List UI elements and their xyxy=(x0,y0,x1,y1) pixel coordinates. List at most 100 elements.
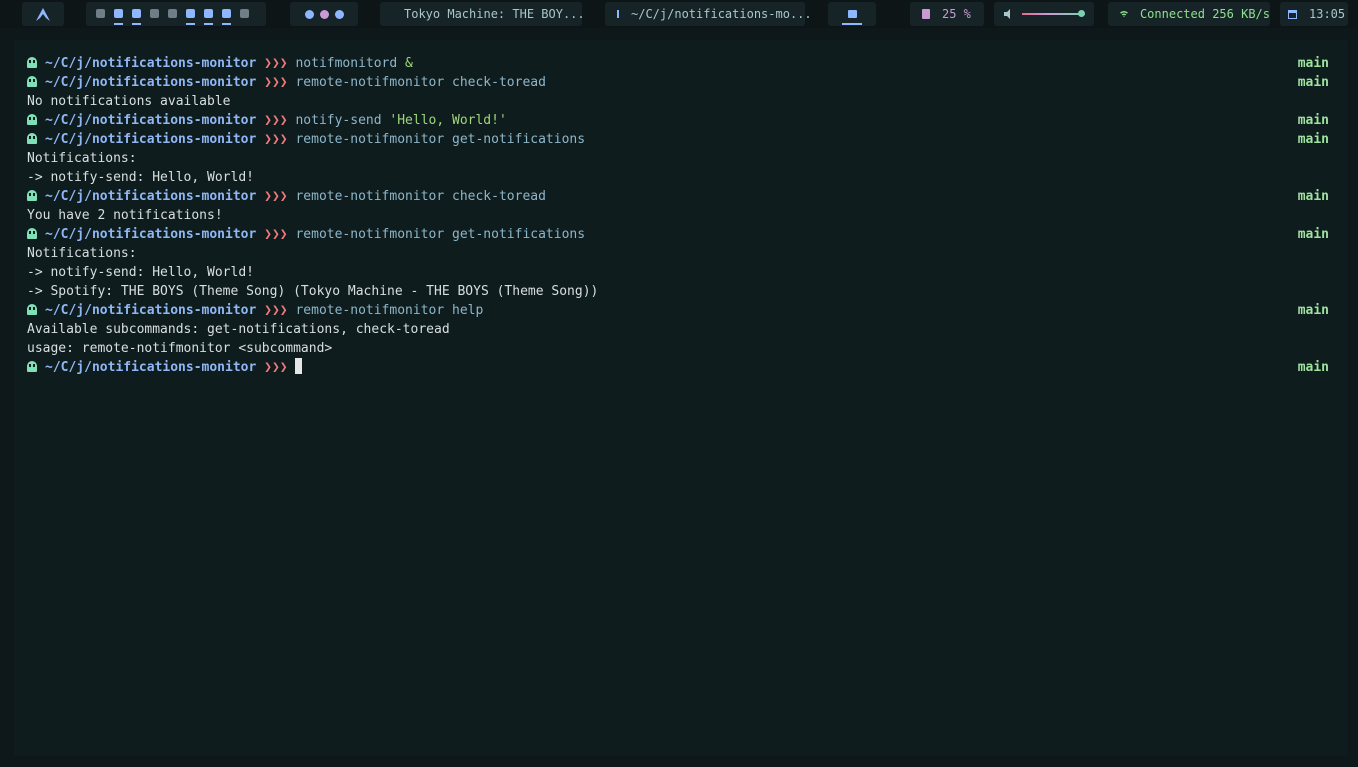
gear-icon xyxy=(240,9,249,18)
prompt-line: ~/C/j/notifications-monitor ❯❯❯ remote-n… xyxy=(27,187,1329,206)
command-text: notifmonitord xyxy=(295,56,398,71)
prompt-path: ~/C/j/notifications-monitor xyxy=(45,56,257,71)
prompt-line: ~/C/j/notifications-monitor ❯❯❯ remote-n… xyxy=(27,225,1329,244)
window-icon xyxy=(617,10,619,18)
git-branch: main xyxy=(1297,56,1329,71)
prompt-path: ~/C/j/notifications-monitor xyxy=(45,227,257,242)
active-indicator xyxy=(186,23,195,25)
previous-icon[interactable] xyxy=(304,9,314,19)
git-branch: main xyxy=(1297,113,1329,128)
cpu-chip-icon xyxy=(922,9,930,19)
output-line: Notifications: xyxy=(27,246,137,261)
output-line: usage: remote-notifmonitor <subcommand> xyxy=(27,341,333,356)
git-branch: main xyxy=(1297,303,1329,318)
ghost-icon xyxy=(27,76,37,87)
workspace-6[interactable] xyxy=(186,9,196,25)
prompt-path: ~/C/j/notifications-monitor xyxy=(45,75,257,90)
command-text: notify-send xyxy=(295,113,382,128)
ghost-icon xyxy=(27,228,37,239)
command-arg: & xyxy=(405,56,413,71)
media-controls xyxy=(290,2,358,26)
command-text: remote-notifmonitor check-toread xyxy=(295,75,546,90)
image-icon xyxy=(186,9,195,18)
workspace-2[interactable] xyxy=(114,9,124,25)
ghost-icon xyxy=(27,133,37,144)
ghost-icon xyxy=(27,114,37,125)
arch-logo-icon xyxy=(36,7,50,21)
code-icon xyxy=(150,9,159,18)
prompt-arrows: ❯❯❯ xyxy=(264,360,288,375)
next-icon[interactable] xyxy=(334,9,344,19)
output-line: No notifications available xyxy=(27,94,231,109)
workspace-9[interactable] xyxy=(240,9,250,19)
pause-icon[interactable] xyxy=(319,9,329,19)
cpu-usage[interactable]: 25 % xyxy=(910,2,984,26)
prompt-path: ~/C/j/notifications-monitor xyxy=(45,303,257,318)
terminal-icon xyxy=(132,9,141,18)
cpu-value: 25 % xyxy=(942,7,971,21)
status-bar: Tokyo Machine: THE BOY... ~/C/j/notifica… xyxy=(0,0,1358,28)
volume-slider[interactable] xyxy=(1022,10,1085,17)
prompt-path: ~/C/j/notifications-monitor xyxy=(45,189,257,204)
network-status[interactable]: Connected 256 KB/s xyxy=(1108,2,1270,26)
launcher-button[interactable] xyxy=(22,2,64,26)
prompt-arrows: ❯❯❯ xyxy=(264,56,288,71)
wifi-icon xyxy=(1120,11,1128,18)
clock-time: 13:05 xyxy=(1309,7,1346,21)
git-branch: main xyxy=(1297,132,1329,147)
active-indicator xyxy=(132,23,141,25)
output-line: You have 2 notifications! xyxy=(27,208,223,223)
workspace-8[interactable] xyxy=(222,9,232,25)
calendar-icon xyxy=(1288,9,1297,19)
prompt-line: ~/C/j/notifications-monitor ❯❯❯ remote-n… xyxy=(27,73,1329,92)
clock[interactable]: 13:05 xyxy=(1280,2,1348,26)
workspace-7[interactable] xyxy=(204,9,214,25)
output-line: Notifications: xyxy=(27,151,137,166)
active-indicator xyxy=(204,23,213,25)
volume-knob[interactable] xyxy=(1078,10,1085,17)
prompt-arrows: ❯❯❯ xyxy=(264,113,288,128)
active-indicator xyxy=(114,23,123,25)
workspace-5[interactable] xyxy=(168,9,178,19)
prompt-arrows: ❯❯❯ xyxy=(264,132,288,147)
prompt-path: ~/C/j/notifications-monitor xyxy=(45,132,257,147)
output-line: -> notify-send: Hello, World! xyxy=(27,265,254,280)
prompt-line: ~/C/j/notifications-monitor ❯❯❯ notifmon… xyxy=(27,54,1329,73)
prompt-arrows: ❯❯❯ xyxy=(264,227,288,242)
active-window[interactable]: ~/C/j/notifications-mo... xyxy=(605,2,812,26)
terminal-icon xyxy=(847,10,857,18)
prompt-line: ~/C/j/notifications-monitor ❯❯❯ remote-n… xyxy=(27,301,1329,320)
text-cursor[interactable] xyxy=(295,358,303,374)
volume-control[interactable] xyxy=(994,2,1094,26)
prompt-arrows: ❯❯❯ xyxy=(264,75,288,90)
network-label: Connected 256 KB/s xyxy=(1139,7,1270,21)
browser-icon xyxy=(114,9,123,18)
terminal-window[interactable]: ~/C/j/notifications-monitor ❯❯❯ notifmon… xyxy=(14,40,1348,756)
git-branch: main xyxy=(1297,75,1329,90)
prompt-path: ~/C/j/notifications-monitor xyxy=(45,360,257,375)
ghost-icon xyxy=(27,190,37,201)
compass-icon xyxy=(204,9,213,18)
prompt-arrows: ❯❯❯ xyxy=(264,303,288,318)
output-line: -> notify-send: Hello, World! xyxy=(27,170,254,185)
now-playing-label: Tokyo Machine: THE BOY... xyxy=(404,7,585,21)
now-playing[interactable]: Tokyo Machine: THE BOY... xyxy=(380,2,585,26)
shield-icon xyxy=(96,9,105,18)
terminal-tray-button[interactable] xyxy=(828,2,876,26)
prompt-arrows: ❯❯❯ xyxy=(264,189,288,204)
workspace-4[interactable] xyxy=(150,9,160,19)
folder-icon xyxy=(168,9,177,18)
active-indicator xyxy=(222,23,231,25)
ghost-icon xyxy=(27,361,37,372)
prompt-line: ~/C/j/notifications-monitor ❯❯❯ notify-s… xyxy=(27,111,1329,130)
workspace-1[interactable] xyxy=(96,9,106,19)
window-title: ~/C/j/notifications-mo... xyxy=(631,7,812,21)
git-branch: main xyxy=(1297,227,1329,242)
workspace-3[interactable] xyxy=(132,9,142,25)
prompt-path: ~/C/j/notifications-monitor xyxy=(45,113,257,128)
workspace-list xyxy=(86,2,266,26)
command-text: remote-notifmonitor get-notifications xyxy=(295,227,586,242)
speaker-icon xyxy=(1004,9,1010,19)
output-line: -> Spotify: THE BOYS (Theme Song) (Tokyo… xyxy=(27,284,599,299)
command-text: remote-notifmonitor get-notifications xyxy=(295,132,586,147)
